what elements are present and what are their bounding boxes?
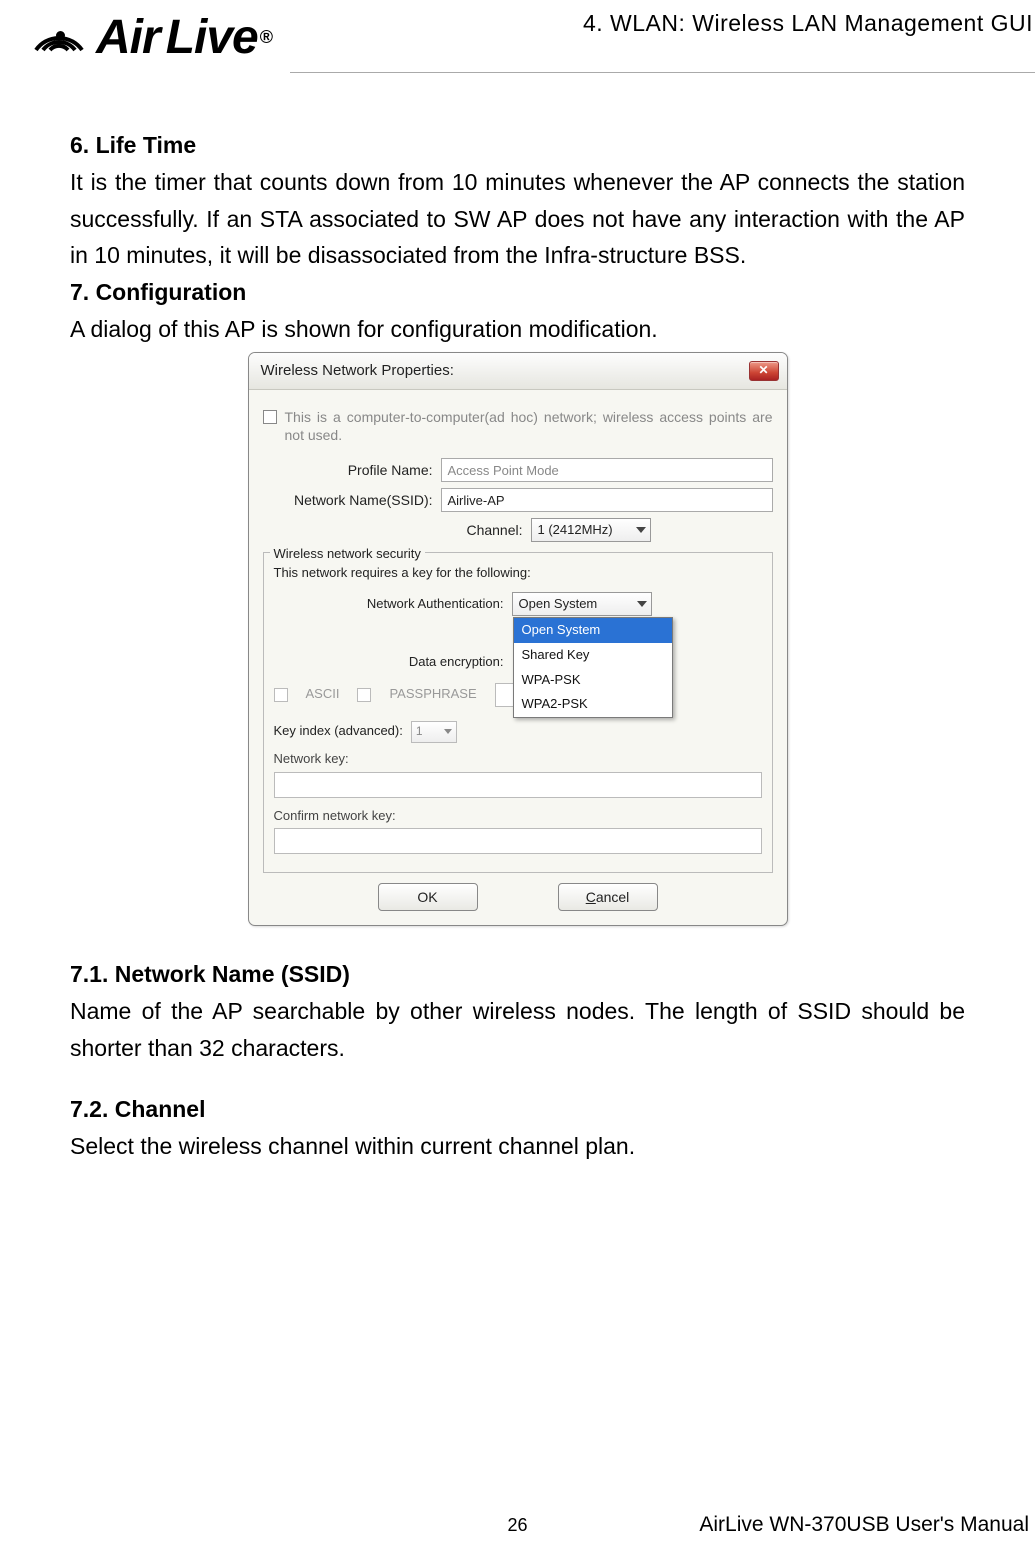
confirm-key-label: Confirm network key: (274, 806, 762, 827)
wireless-properties-dialog: Wireless Network Properties: ✕ This is a… (248, 352, 788, 927)
net-auth-label: Network Authentication: (274, 594, 504, 615)
ok-button[interactable]: OK (378, 883, 478, 911)
ascii-label: ASCII (306, 684, 340, 705)
adhoc-description: This is a computer-to-computer(ad hoc) n… (285, 408, 773, 444)
network-key-label: Network key: (274, 749, 762, 770)
brand-logo: Air Live ® (30, 8, 272, 66)
ssid-input[interactable]: Airlive-AP (441, 488, 773, 512)
logo-text-live: Live (166, 10, 258, 65)
network-key-input[interactable] (274, 772, 762, 798)
profile-name-label: Profile Name: (263, 459, 433, 481)
dialog-title: Wireless Network Properties: (261, 359, 454, 383)
auth-option-open-system[interactable]: Open System (514, 618, 672, 643)
close-button[interactable]: ✕ (749, 361, 779, 381)
registered-icon: ® (260, 27, 272, 48)
close-icon: ✕ (758, 361, 768, 380)
section-6-text: It is the timer that counts down from 10… (70, 164, 965, 274)
section-7-title: 7. Configuration (70, 274, 965, 311)
net-auth-value: Open System (519, 594, 598, 615)
security-legend: Wireless network security (270, 544, 425, 565)
confirm-key-input[interactable] (274, 828, 762, 854)
section-6-title: 6. Life Time (70, 127, 965, 164)
security-fieldset: Wireless network security This network r… (263, 552, 773, 873)
ascii-checkbox[interactable] (274, 688, 288, 702)
channel-value: 1 (2412MHz) (538, 520, 613, 541)
logo-text-air: Air (96, 10, 160, 65)
auth-option-shared-key[interactable]: Shared Key (514, 643, 672, 668)
manual-title: AirLive WN-370USB User's Manual (699, 1513, 1029, 1537)
wifi-arc-icon (30, 8, 88, 66)
ok-label: OK (417, 886, 437, 908)
auth-option-wpa-psk[interactable]: WPA-PSK (514, 668, 672, 693)
section-7-1-title: 7.1. Network Name (SSID) (70, 956, 965, 993)
net-auth-select[interactable]: Open System Open System Shared Key WPA-P… (512, 592, 652, 616)
auth-option-wpa2-psk[interactable]: WPA2-PSK (514, 692, 672, 717)
page-header-title: 4. WLAN: Wireless LAN Management GUI (583, 8, 1033, 37)
key-index-select[interactable]: 1 (411, 721, 457, 743)
ssid-label: Network Name(SSID): (263, 489, 433, 511)
cancel-label: Cancel (586, 886, 630, 908)
security-note: This network requires a key for the foll… (274, 563, 762, 584)
profile-name-input[interactable]: Access Point Mode (441, 458, 773, 482)
section-7-2-text: Select the wireless channel within curre… (70, 1128, 965, 1165)
cancel-button[interactable]: Cancel (558, 883, 658, 911)
chevron-down-icon (637, 601, 647, 607)
chevron-down-icon (444, 729, 452, 734)
data-enc-label: Data encryption: (274, 652, 504, 673)
adhoc-checkbox[interactable] (263, 410, 277, 424)
net-auth-dropdown: Open System Shared Key WPA-PSK WPA2-PSK (513, 617, 673, 718)
section-7-2-title: 7.2. Channel (70, 1091, 965, 1128)
passphrase-label: PASSPHRASE (389, 684, 476, 705)
passphrase-checkbox[interactable] (357, 688, 371, 702)
channel-select[interactable]: 1 (2412MHz) (531, 518, 651, 542)
section-7-text: A dialog of this AP is shown for configu… (70, 311, 965, 348)
key-index-label: Key index (advanced): (274, 721, 403, 742)
chevron-down-icon (636, 527, 646, 533)
channel-label: Channel: (263, 519, 523, 541)
dialog-titlebar: Wireless Network Properties: ✕ (249, 353, 787, 390)
section-7-1-text: Name of the AP searchable by other wirel… (70, 993, 965, 1067)
key-index-value: 1 (416, 722, 423, 741)
